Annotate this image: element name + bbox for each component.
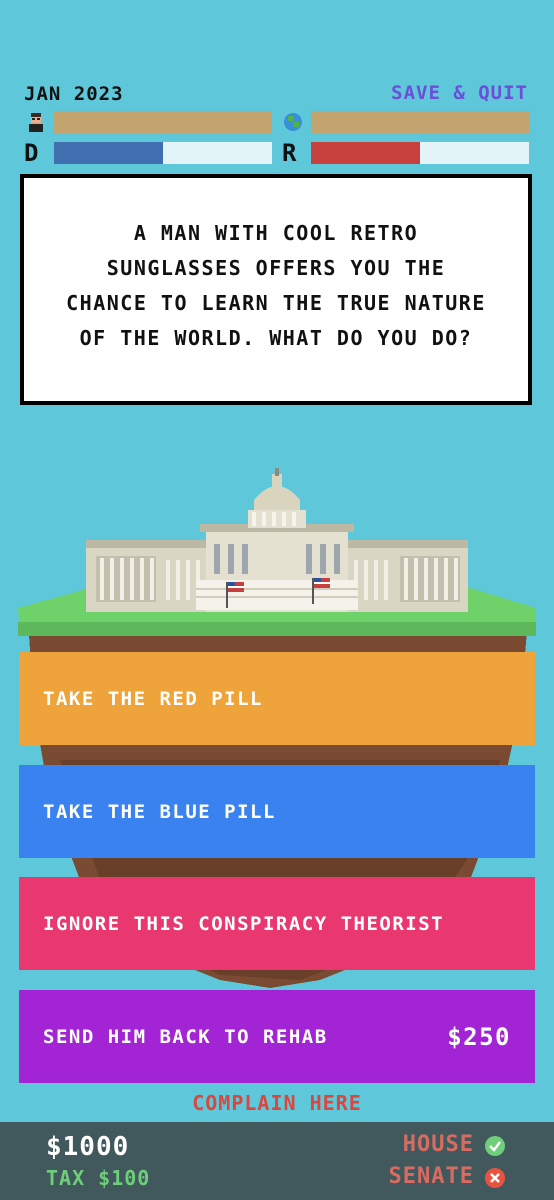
personal-bar [54,111,272,133]
choice-cost: $250 [447,1022,511,1051]
check-icon [485,1136,505,1156]
choice-label: TAKE THE RED PILL [43,687,263,710]
choice-blue-pill-button[interactable]: TAKE THE BLUE PILL [19,765,535,858]
choice-rehab-button[interactable]: SEND HIM BACK TO REHAB $250 [19,990,535,1083]
house-label: HOUSE [402,1132,474,1157]
dem-label: D [24,139,39,167]
personal-bar-fill [54,111,272,133]
x-icon [485,1168,505,1188]
rep-label: R [282,139,297,167]
rep-bar [311,142,529,164]
person-icon [29,113,43,132]
world-bar [311,111,529,133]
tax-amount: TAX $100 [46,1166,151,1190]
dem-bar [54,142,272,164]
choice-red-pill-button[interactable]: TAKE THE RED PILL [19,652,535,745]
story-text: A MAN WITH COOL RETRO SUNGLASSES OFFERS … [66,221,486,350]
rep-bar-fill [311,142,420,164]
money-balance: $1000 [46,1132,130,1162]
complain-link[interactable]: COMPLAIN HERE [0,1091,554,1115]
world-bar-fill [311,111,529,133]
globe-icon [284,113,302,131]
story-card: A MAN WITH COOL RETRO SUNGLASSES OFFERS … [20,174,532,405]
senate-label: SENATE [388,1164,474,1189]
choice-ignore-button[interactable]: IGNORE THIS CONSPIRACY THEORIST [19,877,535,970]
date-label: JAN 2023 [24,83,124,105]
choice-label: SEND HIM BACK TO REHAB [43,1025,328,1048]
choice-label: IGNORE THIS CONSPIRACY THEORIST [43,912,445,935]
dem-bar-fill [54,142,163,164]
choice-label: TAKE THE BLUE PILL [43,800,276,823]
status-footer: $1000 TAX $100 HOUSE SENATE [0,1122,554,1200]
save-quit-button[interactable]: SAVE & QUIT [391,82,528,104]
